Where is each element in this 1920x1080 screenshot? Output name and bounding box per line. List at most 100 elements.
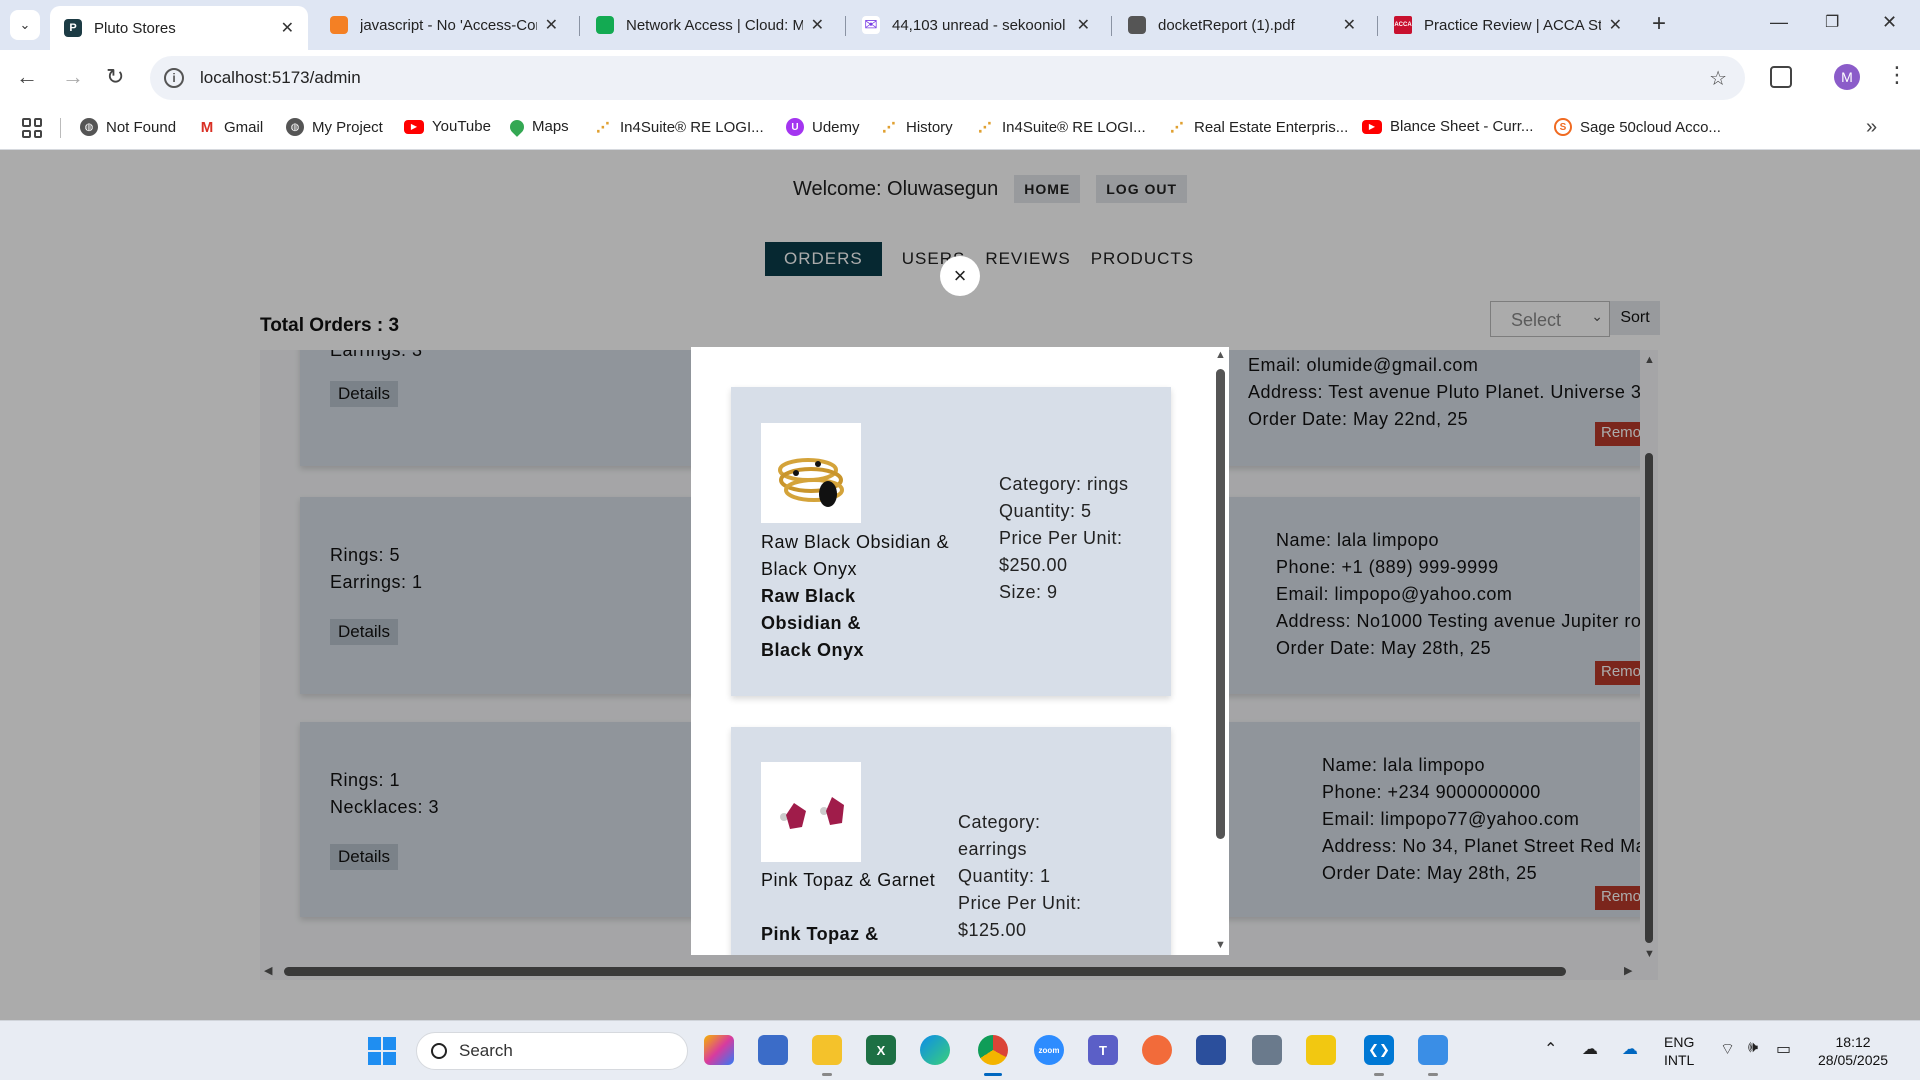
- minimize-icon[interactable]: —: [1770, 12, 1788, 33]
- scroll-down-arrow-icon[interactable]: ▼: [1215, 939, 1226, 951]
- tab-pluto-stores[interactable]: P Pluto Stores ✕: [50, 6, 308, 50]
- chrome-icon[interactable]: [978, 1035, 1008, 1065]
- bookmark-label: YouTube: [432, 118, 491, 135]
- volume-icon[interactable]: 🕪: [1748, 1039, 1758, 1057]
- sage-icon: S: [1554, 118, 1572, 136]
- forward-arrow-icon[interactable]: →: [62, 64, 84, 90]
- order-item-card: Pink Topaz & Garnet Pink Topaz & Categor…: [731, 727, 1171, 955]
- close-tab-icon[interactable]: ✕: [545, 15, 558, 35]
- modal-vertical-scrollbar[interactable]: ▲ ▼: [1211, 347, 1229, 955]
- udemy-icon: U: [786, 118, 804, 136]
- bookmark-balance-sheet[interactable]: ▶ Blance Sheet - Curr...: [1362, 118, 1533, 135]
- teams-icon[interactable]: T: [1088, 1035, 1118, 1065]
- tab-title: Practice Review | ACCA Stu: [1424, 16, 1601, 34]
- bookmark-label: History: [906, 118, 953, 136]
- extensions-icon[interactable]: [1770, 66, 1792, 88]
- windows-start-icon[interactable]: [368, 1037, 396, 1065]
- item-quantity: Quantity: 5: [999, 501, 1092, 521]
- youtube-icon: ▶: [1362, 119, 1382, 134]
- bookmark-gmail[interactable]: M Gmail: [198, 118, 263, 136]
- restore-icon[interactable]: ❐: [1825, 12, 1839, 32]
- bookmark-not-found[interactable]: ◍ Not Found: [80, 118, 176, 136]
- close-tab-icon[interactable]: ✕: [1609, 15, 1622, 35]
- device-icon[interactable]: [758, 1035, 788, 1065]
- acca-favicon-icon: ACCA: [1394, 16, 1412, 34]
- clock-time: 18:12: [1835, 1034, 1871, 1050]
- app-icon[interactable]: [1418, 1035, 1448, 1065]
- remote-desktop-icon[interactable]: [1196, 1035, 1226, 1065]
- calculator-icon[interactable]: [1252, 1035, 1282, 1065]
- item-category: Category: earrings: [958, 812, 1041, 859]
- close-tab-icon[interactable]: ✕: [281, 18, 294, 38]
- file-explorer-icon[interactable]: [812, 1035, 842, 1065]
- site-info-icon[interactable]: i: [164, 68, 184, 88]
- clock[interactable]: 18:12 28/05/2025: [1818, 1033, 1888, 1069]
- power-bi-icon[interactable]: [1306, 1035, 1336, 1065]
- bookmark-history[interactable]: ⋰ History: [880, 118, 953, 136]
- close-icon: ×: [953, 263, 967, 288]
- close-tab-icon[interactable]: ✕: [1077, 15, 1090, 35]
- tab-acca[interactable]: ACCA Practice Review | ACCA Stu ✕: [1380, 6, 1636, 44]
- item-category: Category: rings: [999, 474, 1129, 494]
- scroll-up-arrow-icon[interactable]: ▲: [1215, 349, 1226, 361]
- keyboard-layout: INTL: [1664, 1052, 1695, 1068]
- globe-favicon-icon: [1128, 16, 1146, 34]
- scrollbar-thumb[interactable]: [1216, 369, 1225, 839]
- bookmark-udemy[interactable]: U Udemy: [786, 118, 860, 136]
- close-tab-icon[interactable]: ✕: [1343, 15, 1356, 35]
- close-tab-icon[interactable]: ✕: [811, 15, 824, 35]
- gmail-icon: M: [198, 118, 216, 136]
- taskbar-search[interactable]: Search: [416, 1032, 688, 1070]
- tab-separator: [1377, 16, 1378, 36]
- bookmark-label: In4Suite® RE LOGI...: [620, 118, 764, 136]
- address-bar[interactable]: i localhost:5173/admin ☆: [150, 56, 1745, 100]
- item-quantity: Quantity: 1: [958, 866, 1051, 886]
- window-close-icon[interactable]: ✕: [1882, 12, 1897, 33]
- bookmark-in4suite-2[interactable]: ⋰ In4Suite® RE LOGI...: [976, 118, 1146, 136]
- tab-stackoverflow[interactable]: javascript - No 'Access-Cor ✕: [316, 6, 572, 44]
- bookmark-star-icon[interactable]: ☆: [1709, 66, 1727, 91]
- bookmark-youtube[interactable]: ▶ YouTube: [404, 118, 491, 135]
- tab-mongodb[interactable]: Network Access | Cloud: M ✕: [582, 6, 838, 44]
- language-indicator[interactable]: ENG INTL: [1664, 1033, 1694, 1069]
- ring-icon: [778, 458, 844, 507]
- bookmark-my-project[interactable]: ◍ My Project: [286, 118, 383, 136]
- bookmarks-bar: ◍ Not Found M Gmail ◍ My Project ▶ YouTu…: [0, 106, 1920, 150]
- tray-chevron-up-icon[interactable]: ⌃: [1544, 1039, 1557, 1059]
- back-arrow-icon[interactable]: ←: [16, 64, 38, 90]
- windows-taskbar: Search X zoom T ❮❯ ⌃ ☁ ☁ ENG INTL ⌔ 🕪 ▭ …: [0, 1020, 1920, 1080]
- bookmark-maps[interactable]: Maps: [507, 116, 569, 137]
- close-modal-button[interactable]: ×: [940, 256, 980, 296]
- tab-mail[interactable]: ✉ 44,103 unread - sekooniol ✕: [848, 6, 1104, 44]
- bookmark-sage[interactable]: S Sage 50cloud Acco...: [1554, 118, 1721, 136]
- new-tab-button[interactable]: +: [1652, 12, 1666, 36]
- onedrive-icon[interactable]: ☁: [1582, 1039, 1598, 1059]
- battery-icon[interactable]: ▭: [1776, 1039, 1791, 1059]
- tab-search-button[interactable]: ⌄: [10, 10, 40, 40]
- copilot-icon[interactable]: [704, 1035, 734, 1065]
- bookmark-real-estate[interactable]: ⋰ Real Estate Enterpris...: [1168, 118, 1348, 136]
- more-bookmarks-icon[interactable]: »: [1866, 116, 1877, 139]
- tab-title: Network Access | Cloud: M: [626, 16, 803, 34]
- vscode-icon[interactable]: ❮❯: [1364, 1035, 1394, 1065]
- browser-menu-icon[interactable]: ⋮: [1886, 62, 1908, 88]
- item-name: Pink Topaz & Garnet: [761, 870, 936, 890]
- compass-app-icon[interactable]: [1142, 1035, 1172, 1065]
- app-indicator: [822, 1073, 832, 1076]
- url-text[interactable]: localhost:5173/admin: [200, 68, 361, 88]
- reload-icon[interactable]: ↻: [106, 64, 124, 90]
- wifi-icon[interactable]: ⌔: [1720, 1039, 1735, 1059]
- profile-avatar[interactable]: M: [1834, 64, 1860, 90]
- zoom-icon[interactable]: zoom: [1034, 1035, 1064, 1065]
- apps-grid-icon[interactable]: [22, 118, 42, 138]
- item-price-label: Price Per Unit:: [958, 893, 1082, 913]
- bookmark-in4suite-1[interactable]: ⋰ In4Suite® RE LOGI...: [594, 118, 764, 136]
- edge-icon[interactable]: [920, 1035, 950, 1065]
- excel-icon[interactable]: X: [866, 1035, 896, 1065]
- maps-pin-icon: [507, 116, 527, 137]
- item-name-bold: Raw Black Obsidian & Black Onyx: [761, 586, 865, 660]
- tab-pdf[interactable]: docketReport (1).pdf ✕: [1114, 6, 1370, 44]
- item-price-label: Price Per Unit:: [999, 528, 1123, 548]
- cloud-icon[interactable]: ☁: [1622, 1039, 1638, 1059]
- app-indicator: [1374, 1073, 1384, 1076]
